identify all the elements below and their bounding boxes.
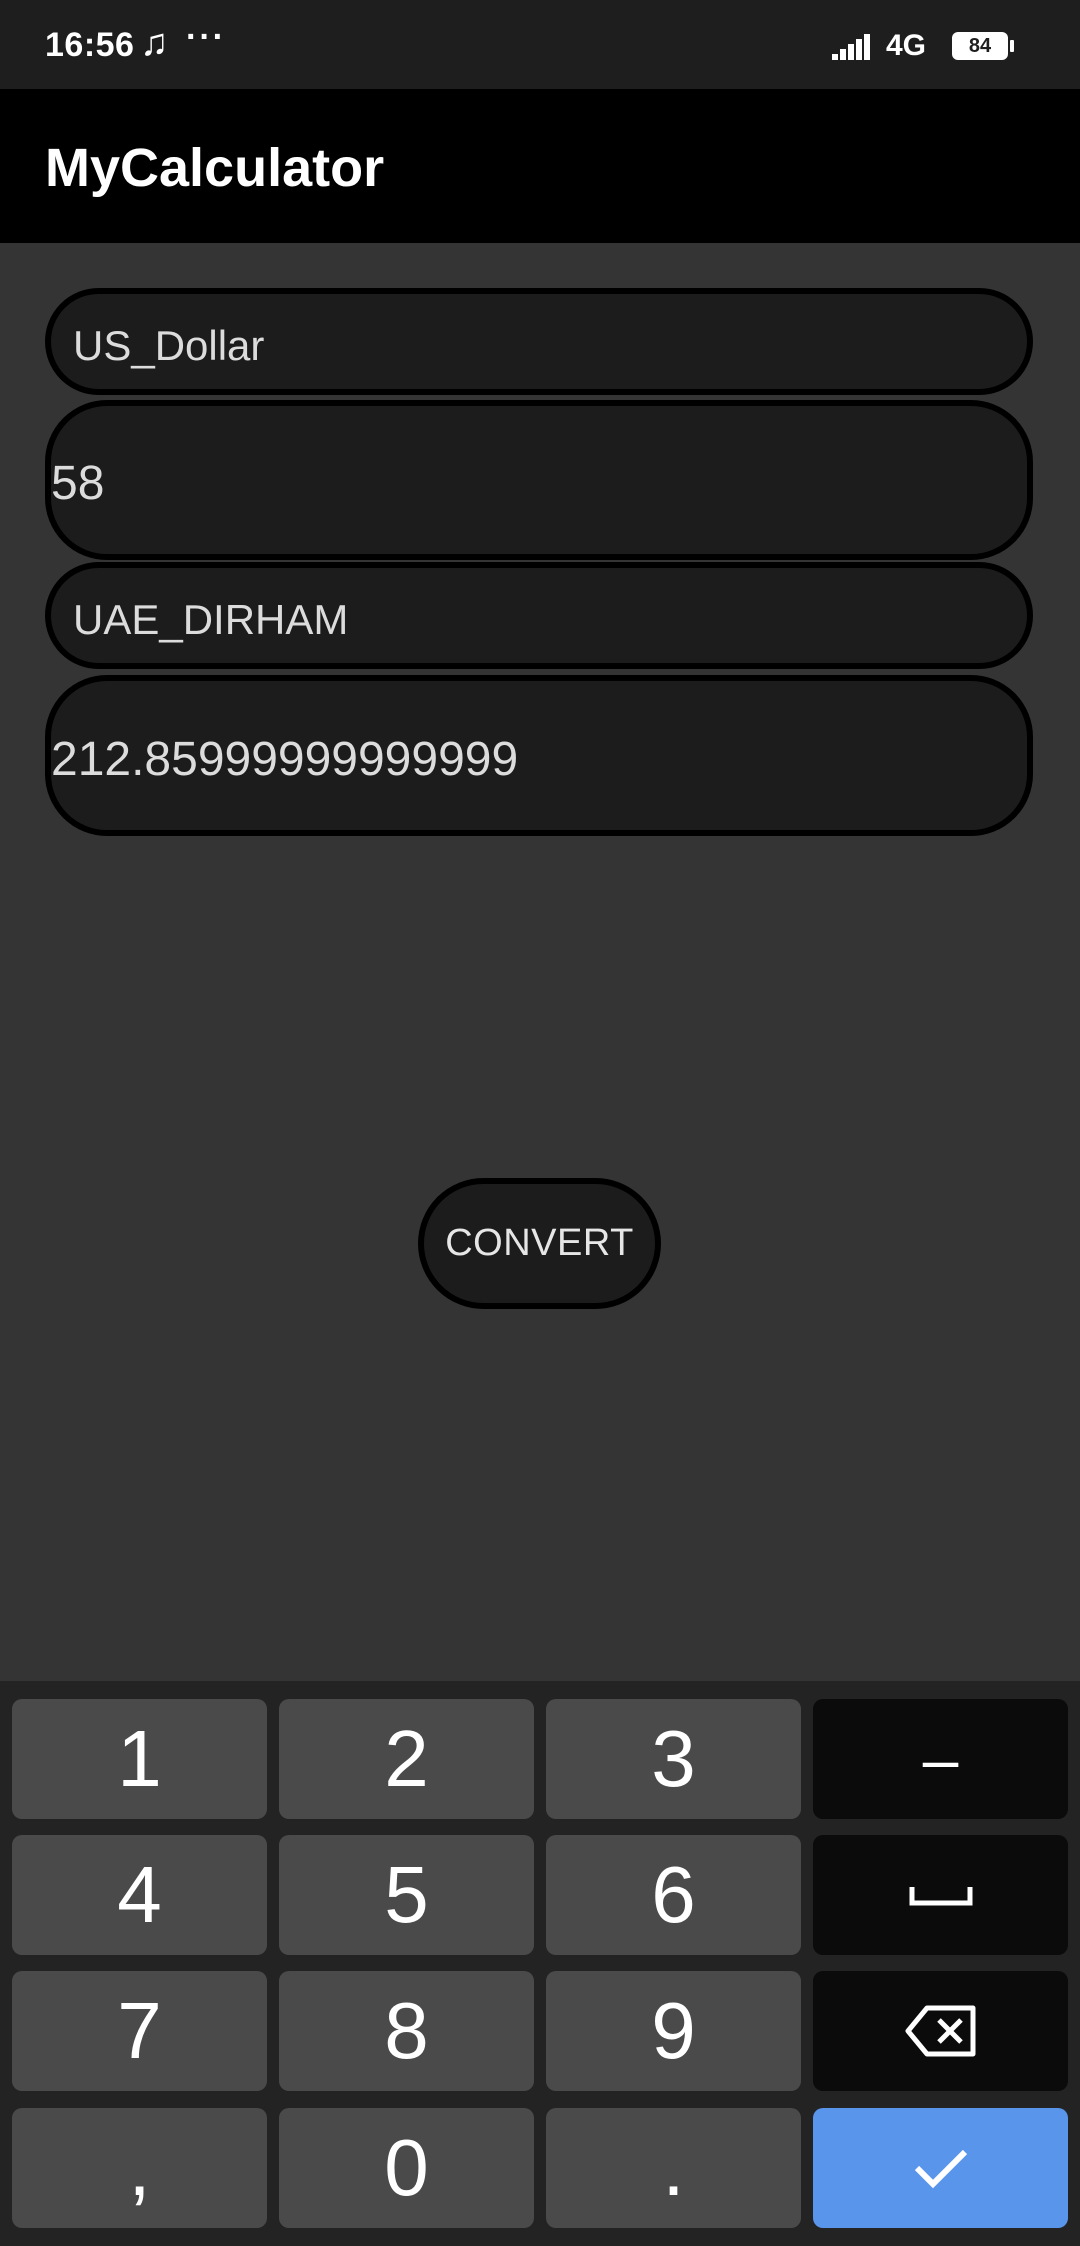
backspace-icon	[905, 2005, 976, 2057]
key-9[interactable]: 9	[546, 1971, 801, 2091]
result-field[interactable]: 212.85999999999999	[45, 675, 1033, 836]
from-currency-spinner[interactable]: US_Dollar	[45, 288, 1033, 395]
key-6[interactable]: 6	[546, 1835, 801, 1955]
app-title: MyCalculator	[45, 138, 385, 198]
to-currency-value: UAE_DIRHAM	[73, 596, 349, 643]
key-2[interactable]: 2	[279, 1699, 534, 1819]
from-currency-value: US_Dollar	[73, 322, 265, 369]
music-note-icon: ♫	[140, 22, 169, 64]
checkmark-icon	[914, 2149, 968, 2189]
result-value: 212.85999999999999	[51, 733, 519, 786]
key-backspace[interactable]	[813, 1971, 1068, 2091]
to-currency-spinner[interactable]: UAE_DIRHAM	[45, 562, 1033, 669]
status-time: 16:56	[45, 26, 135, 64]
app-bar: MyCalculator	[0, 89, 1080, 243]
key-1[interactable]: 1	[12, 1699, 267, 1819]
amount-input[interactable]: 58	[45, 400, 1033, 560]
battery-level: 84	[968, 35, 992, 57]
key-5[interactable]: 5	[279, 1835, 534, 1955]
key-8[interactable]: 8	[279, 1971, 534, 2091]
network-type: 4G	[886, 29, 927, 62]
key-done[interactable]	[813, 2108, 1068, 2228]
amount-value: 58	[51, 457, 105, 510]
key-0[interactable]: 0	[279, 2108, 534, 2228]
key-4[interactable]: 4	[12, 1835, 267, 1955]
space-icon	[909, 1887, 973, 1906]
key-comma[interactable]: ,	[12, 2108, 267, 2228]
signal-strength-icon	[832, 34, 870, 60]
key-minus[interactable]: –	[813, 1699, 1068, 1819]
convert-button[interactable]: CONVERT	[418, 1178, 661, 1309]
key-7[interactable]: 7	[12, 1971, 267, 2091]
more-notifications-icon: ···	[186, 18, 226, 56]
key-period[interactable]: .	[546, 2108, 801, 2228]
key-space[interactable]	[813, 1835, 1068, 1955]
key-3[interactable]: 3	[546, 1699, 801, 1819]
numeric-keyboard: 1 2 3 – 4 5 6 7 8 9 , 0 .	[0, 1681, 1080, 2246]
status-bar: 16:56 ♫ ··· 4G 84	[0, 0, 1080, 89]
